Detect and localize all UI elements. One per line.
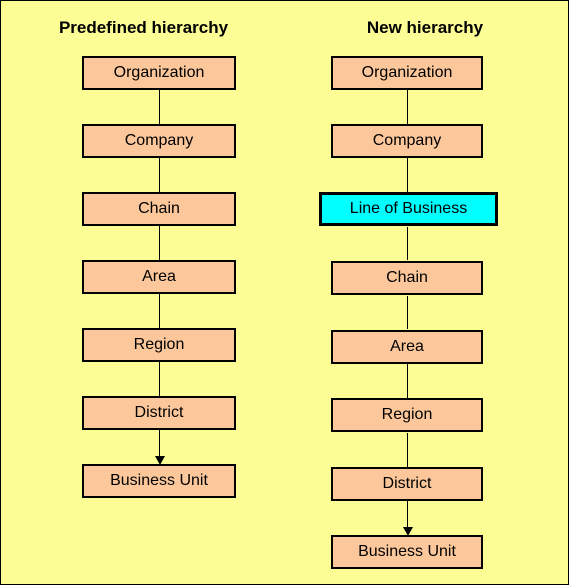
connector-line [407,364,408,398]
node-business-unit[interactable]: Business Unit [82,464,236,498]
connector-line [159,90,160,124]
connector-line [159,294,160,328]
connector-line [407,296,408,329]
node-company[interactable]: Company [331,124,483,158]
predefined-hierarchy-title: Predefined hierarchy [58,18,229,37]
node-district[interactable]: District [82,396,236,430]
connector-line [159,158,160,192]
node-district[interactable]: District [331,467,483,501]
node-area[interactable]: Area [331,330,483,364]
node-region[interactable]: Region [331,398,483,432]
connector-line [407,90,408,124]
node-business-unit[interactable]: Business Unit [331,535,483,569]
node-chain[interactable]: Chain [331,261,483,295]
connector-arrow-line [159,430,160,456]
connector-line [159,362,160,396]
node-area[interactable]: Area [82,260,236,294]
connector-line [407,433,408,467]
node-organization[interactable]: Organization [82,56,236,90]
node-line-of-business[interactable]: Line of Business [319,192,498,226]
new-hierarchy-column: New hierarchy Organization Company Line … [286,1,568,584]
node-region[interactable]: Region [82,328,236,362]
connector-arrow-line [407,501,408,527]
connector-line [159,226,160,260]
node-chain[interactable]: Chain [82,192,236,226]
predefined-hierarchy-column: Predefined hierarchy Organization Compan… [1,1,286,584]
node-organization[interactable]: Organization [331,56,483,90]
new-hierarchy-title: New hierarchy [366,18,484,37]
node-company[interactable]: Company [82,124,236,158]
hierarchy-diagram: Predefined hierarchy Organization Compan… [0,0,569,585]
connector-line [407,227,408,260]
connector-line [407,158,408,192]
